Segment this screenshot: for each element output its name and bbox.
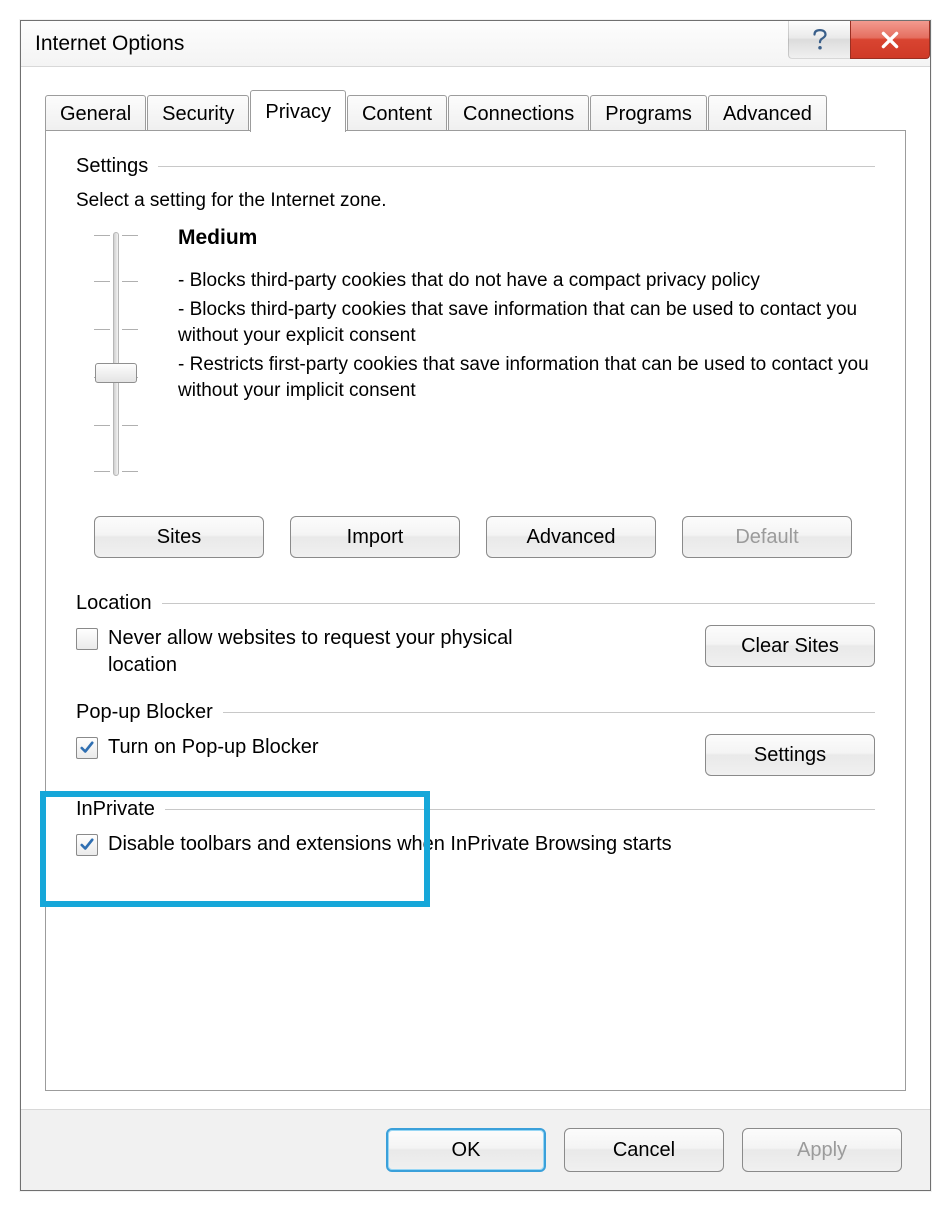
divider [223,712,875,713]
import-button[interactable]: Import [290,516,460,558]
cancel-button[interactable]: Cancel [564,1128,724,1172]
inprivate-checkbox[interactable] [76,834,98,856]
settings-heading-row: Settings [76,155,875,178]
sites-button[interactable]: Sites [94,516,264,558]
inprivate-heading: InPrivate [76,798,155,821]
tab-advanced[interactable]: Advanced [708,95,827,132]
apply-button[interactable]: Apply [742,1128,902,1172]
settings-row: Medium - Blocks third-party cookies that… [76,226,875,476]
titlebar-buttons [788,21,930,66]
popup-section: Pop-up Blocker Turn on Pop-up Blocker Se… [76,701,875,776]
location-row: Never allow websites to request your phy… [76,625,875,679]
privacy-slider[interactable] [76,226,156,476]
bullet-2: - Blocks third-party cookies that save i… [178,297,875,350]
inprivate-heading-row: InPrivate [76,798,875,821]
settings-button-row: Sites Import Advanced Default [94,516,875,558]
tab-security[interactable]: Security [147,95,249,132]
internet-options-dialog: Internet Options General Security Privac… [20,20,931,1191]
default-button[interactable]: Default [682,516,852,558]
slider-thumb[interactable] [95,363,137,383]
settings-intro: Select a setting for the Internet zone. [76,190,875,212]
ok-button[interactable]: OK [386,1128,546,1172]
popup-checkbox[interactable] [76,737,98,759]
divider [165,809,875,810]
location-section: Location Never allow websites to request… [76,592,875,679]
tab-underline [45,130,906,131]
tab-general[interactable]: General [45,95,146,132]
popup-checkbox-row[interactable]: Turn on Pop-up Blocker [76,734,318,761]
location-checkbox[interactable] [76,628,98,650]
clear-sites-button[interactable]: Clear Sites [705,625,875,667]
popup-checkbox-label: Turn on Pop-up Blocker [108,734,318,761]
bullet-3: - Restricts first-party cookies that sav… [178,352,875,405]
bullet-1: - Blocks third-party cookies that do not… [178,268,875,295]
window-title: Internet Options [35,32,184,56]
location-heading-row: Location [76,592,875,615]
privacy-level: Medium [178,226,875,250]
location-heading: Location [76,592,152,615]
popup-heading: Pop-up Blocker [76,701,213,724]
privacy-panel: Settings Select a setting for the Intern… [45,131,906,1091]
tab-connections[interactable]: Connections [448,95,589,132]
divider [158,166,875,167]
tabstrip: General Security Privacy Content Connect… [21,67,930,131]
titlebar: Internet Options [21,21,930,67]
close-icon [879,29,901,51]
slider-track [113,232,119,476]
tab-content[interactable]: Content [347,95,447,132]
settings-heading: Settings [76,155,148,178]
privacy-bullets: - Blocks third-party cookies that do not… [178,268,875,405]
location-checkbox-label: Never allow websites to request your phy… [108,625,516,679]
divider [162,603,875,604]
inprivate-checkbox-label: Disable toolbars and extensions when InP… [108,831,672,858]
close-button[interactable] [850,21,930,59]
help-icon [811,29,829,51]
location-checkbox-row[interactable]: Never allow websites to request your phy… [76,625,516,679]
dialog-action-bar: OK Cancel Apply [21,1109,930,1190]
tab-programs[interactable]: Programs [590,95,707,132]
advanced-button[interactable]: Advanced [486,516,656,558]
popup-row: Turn on Pop-up Blocker Settings [76,734,875,776]
popup-heading-row: Pop-up Blocker [76,701,875,724]
popup-settings-button[interactable]: Settings [705,734,875,776]
tab-privacy[interactable]: Privacy [250,90,346,132]
inprivate-section: InPrivate Disable toolbars and extension… [76,798,875,858]
inprivate-checkbox-row[interactable]: Disable toolbars and extensions when InP… [76,831,875,858]
settings-description: Medium - Blocks third-party cookies that… [178,226,875,476]
help-button[interactable] [788,21,850,59]
settings-section: Settings Select a setting for the Intern… [76,155,875,558]
